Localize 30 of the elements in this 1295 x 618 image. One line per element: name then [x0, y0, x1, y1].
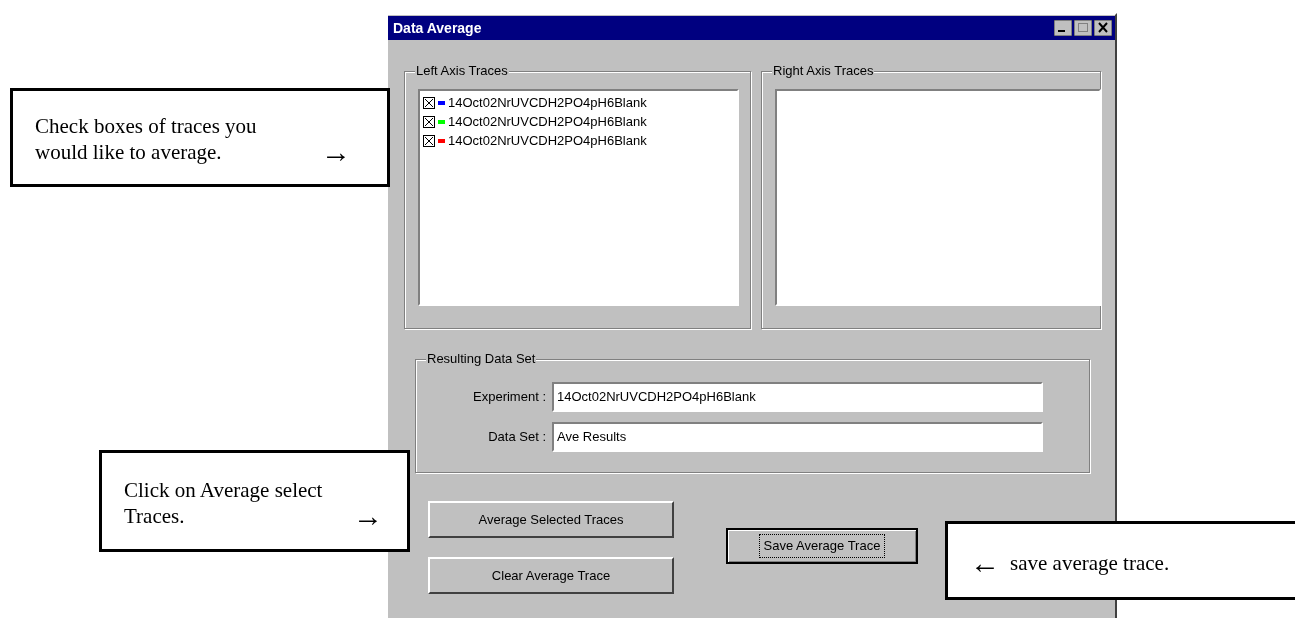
trace-item[interactable]: 14Oct02NrUVCDH2PO4pH6Blank — [422, 93, 735, 112]
checked-checkbox[interactable] — [423, 96, 435, 109]
field-label: Experiment : — [472, 388, 546, 407]
minimize-icon[interactable] — [1054, 20, 1072, 36]
callout-text: Traces. — [124, 503, 185, 529]
callout-text: Click on Average select — [124, 477, 324, 503]
trace-list[interactable]: 14Oct02NrUVCDH2PO4pH6Blank 14Oct02NrUVCDH2PO4pH6Blank 14Oct02NrUVCDH2PO4pH6Blank — [418, 89, 739, 306]
close-icon[interactable] — [1094, 20, 1112, 36]
callout-text: Check boxes of traces you — [35, 113, 258, 139]
push-button[interactable]: Save Average Trace — [726, 528, 918, 564]
checked-checkbox[interactable] — [423, 134, 435, 147]
trace-name: 14Oct02NrUVCDH2PO4pH6Blank — [448, 93, 647, 112]
push-button[interactable]: Clear Average Trace — [428, 557, 674, 594]
text-field[interactable]: 14Oct02NrUVCDH2PO4pH6Blank — [552, 382, 1043, 412]
trace-name: 14Oct02NrUVCDH2PO4pH6Blank — [448, 131, 647, 150]
field-label: Data Set : — [487, 428, 546, 447]
callout-text: save average trace. — [1010, 550, 1170, 576]
group-title: Resulting Data Set — [426, 351, 537, 367]
callout-text: would like to average. — [35, 139, 222, 165]
push-button[interactable]: Average Selected Traces — [428, 501, 674, 538]
trace-item[interactable]: 14Oct02NrUVCDH2PO4pH6Blank — [422, 112, 735, 131]
checked-checkbox[interactable] — [423, 115, 435, 128]
window-title: Data Average — [393, 18, 482, 38]
arrow-glyph: → — [321, 139, 351, 165]
arrow-glyph: ← — [970, 550, 1000, 576]
text-field[interactable]: Ave Results — [552, 422, 1043, 452]
trace-name: 14Oct02NrUVCDH2PO4pH6Blank — [448, 112, 647, 131]
trace-item[interactable]: 14Oct02NrUVCDH2PO4pH6Blank — [422, 131, 735, 150]
group-title: Right Axis Traces — [772, 63, 875, 79]
arrow-glyph: → — [353, 503, 383, 529]
